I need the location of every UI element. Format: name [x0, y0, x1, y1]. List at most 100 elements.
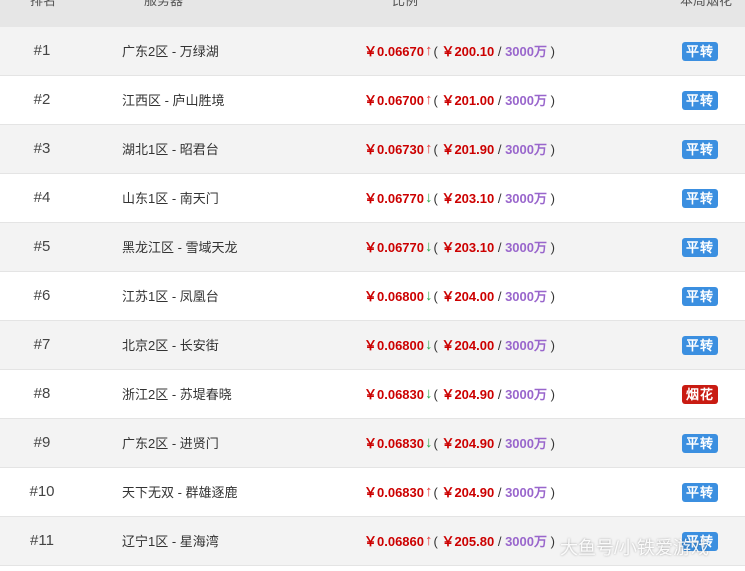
server-name: 山东1区 - 南天门: [122, 191, 219, 206]
rank-cell: #1: [33, 42, 51, 59]
ratio-value: ￥0.06730: [364, 142, 424, 157]
header-ratio: 比例: [392, 0, 419, 8]
arrow-up-icon: ↑: [425, 483, 433, 500]
table-row[interactable]: #3 湖北1区 - 昭君台 ￥0.06730↑( ￥201.90 / 3000万 )…: [0, 125, 745, 174]
paren-close: ): [546, 191, 555, 206]
table-row[interactable]: #4 山东1区 - 南天门 ￥0.06770↓( ￥203.10 / 3000万 )…: [0, 174, 745, 223]
amount-value: 3000万: [505, 142, 547, 157]
price-value: ￥201.00: [441, 93, 495, 108]
paren-close: ): [546, 289, 555, 304]
price-value: ￥203.10: [441, 240, 495, 255]
rank-cell: #6: [33, 287, 51, 304]
table-row[interactable]: #7 北京2区 - 长安街 ￥0.06800↓( ￥204.00 / 3000万 )…: [0, 321, 745, 370]
rank-cell: #11: [30, 532, 54, 549]
rank-cell: #5: [33, 238, 51, 255]
price-value: ￥204.90: [441, 436, 495, 451]
paren-close: ): [546, 436, 555, 451]
table-row[interactable]: #5 黑龙江区 - 雪域天龙 ￥0.06770↓( ￥203.10 / 3000万 …: [0, 223, 745, 272]
ratio-value: ￥0.06770: [364, 191, 424, 206]
status-badge[interactable]: 平转: [682, 483, 718, 502]
status-badge[interactable]: 平转: [682, 287, 718, 306]
table-row[interactable]: #6 江苏1区 - 凤凰台 ￥0.06800↓( ￥204.00 / 3000万 )…: [0, 272, 745, 321]
table-row[interactable]: #1 广东2区 - 万绿湖 ￥0.06670↑( ￥200.10 / 3000万 )…: [0, 27, 745, 76]
status-badge[interactable]: 平转: [682, 189, 718, 208]
ratio-cell: ￥0.06830↑( ￥204.90 / 3000万 ): [364, 483, 555, 501]
arrow-up-icon: ↑: [425, 532, 433, 549]
rank-cell: #9: [33, 434, 51, 451]
price-value: ￥204.90: [441, 485, 495, 500]
table-row[interactable]: #9 广东2区 - 进贤门 ￥0.06830↓( ￥204.90 / 3000万 )…: [0, 419, 745, 468]
table-header: 排名 服务器 比例 本周烟花: [0, 0, 745, 27]
arrow-up-icon: ↑: [425, 91, 433, 108]
server-name: 湖北1区 - 昭君台: [122, 142, 219, 157]
status-badge[interactable]: 平转: [682, 140, 718, 159]
server-name: 浙江2区 - 苏堤春晓: [122, 387, 232, 402]
ratio-cell: ￥0.06700↑( ￥201.00 / 3000万 ): [364, 91, 555, 109]
slash-separator: /: [494, 191, 506, 206]
table-row[interactable]: #8 浙江2区 - 苏堤春晓 ￥0.06830↓( ￥204.90 / 3000万 …: [0, 370, 745, 419]
paren-close: ): [546, 44, 555, 59]
amount-value: 3000万: [505, 289, 547, 304]
price-value: ￥201.90: [441, 142, 495, 157]
arrow-down-icon: ↓: [425, 434, 433, 451]
slash-separator: /: [494, 436, 506, 451]
amount-value: 3000万: [505, 485, 547, 500]
server-name: 广东2区 - 万绿湖: [122, 44, 219, 59]
server-name: 辽宁1区 - 星海湾: [122, 534, 219, 549]
status-badge[interactable]: 烟花: [682, 385, 718, 404]
price-value: ￥204.90: [441, 387, 495, 402]
status-badge[interactable]: 平转: [682, 336, 718, 355]
ratio-cell: ￥0.06670↑( ￥200.10 / 3000万 ): [364, 42, 555, 60]
amount-value: 3000万: [505, 93, 547, 108]
ratio-cell: ￥0.06800↓( ￥204.00 / 3000万 ): [364, 287, 555, 305]
paren-close: ): [546, 142, 555, 157]
ratio-cell: ￥0.06800↓( ￥204.00 / 3000万 ): [364, 336, 555, 354]
header-status: 本周烟花: [680, 0, 733, 8]
price-value: ￥204.00: [441, 289, 495, 304]
header-rank: 排名: [30, 0, 57, 8]
amount-value: 3000万: [505, 534, 547, 549]
slash-separator: /: [494, 93, 506, 108]
slash-separator: /: [494, 240, 506, 255]
price-value: ￥204.00: [441, 338, 495, 353]
paren-close: ): [546, 338, 555, 353]
rank-cell: #2: [33, 91, 51, 108]
price-value: ￥205.80: [441, 534, 495, 549]
paren-close: ): [546, 387, 555, 402]
server-name: 江苏1区 - 凤凰台: [122, 289, 219, 304]
ratio-cell: ￥0.06770↓( ￥203.10 / 3000万 ): [364, 189, 555, 207]
status-badge[interactable]: 平转: [682, 434, 718, 453]
amount-value: 3000万: [505, 240, 547, 255]
ratio-cell: ￥0.06830↓( ￥204.90 / 3000万 ): [364, 434, 555, 452]
server-name: 江西区 - 庐山胜境: [122, 93, 225, 108]
ratio-cell: ￥0.06860↑( ￥205.80 / 3000万 ): [364, 532, 555, 550]
ratio-value: ￥0.06860: [364, 534, 424, 549]
header-server: 服务器: [144, 0, 184, 8]
arrow-down-icon: ↓: [425, 287, 433, 304]
status-badge[interactable]: 平转: [682, 91, 718, 110]
status-badge[interactable]: 平转: [682, 238, 718, 257]
arrow-down-icon: ↓: [425, 336, 433, 353]
slash-separator: /: [494, 387, 506, 402]
rank-cell: #4: [33, 189, 51, 206]
amount-value: 3000万: [505, 436, 547, 451]
table-row[interactable]: #10 天下无双 - 群雄逐鹿 ￥0.06830↑( ￥204.90 / 3000万…: [0, 468, 745, 517]
slash-separator: /: [494, 289, 506, 304]
ratio-value: ￥0.06770: [364, 240, 424, 255]
ratio-value: ￥0.06800: [364, 338, 424, 353]
paren-close: ): [546, 240, 555, 255]
amount-value: 3000万: [505, 338, 547, 353]
slash-separator: /: [494, 338, 506, 353]
amount-value: 3000万: [505, 387, 547, 402]
arrow-down-icon: ↓: [425, 189, 433, 206]
amount-value: 3000万: [505, 44, 547, 59]
ratio-value: ￥0.06830: [364, 387, 424, 402]
ratio-cell: ￥0.06730↑( ￥201.90 / 3000万 ): [364, 140, 555, 158]
server-name: 天下无双 - 群雄逐鹿: [122, 485, 238, 500]
status-badge[interactable]: 平转: [682, 42, 718, 61]
price-value: ￥203.10: [441, 191, 495, 206]
rank-cell: #7: [33, 336, 51, 353]
table-row[interactable]: #2 江西区 - 庐山胜境 ￥0.06700↑( ￥201.00 / 3000万 )…: [0, 76, 745, 125]
server-name: 黑龙江区 - 雪域天龙: [122, 240, 238, 255]
rank-cell: #3: [33, 140, 51, 157]
